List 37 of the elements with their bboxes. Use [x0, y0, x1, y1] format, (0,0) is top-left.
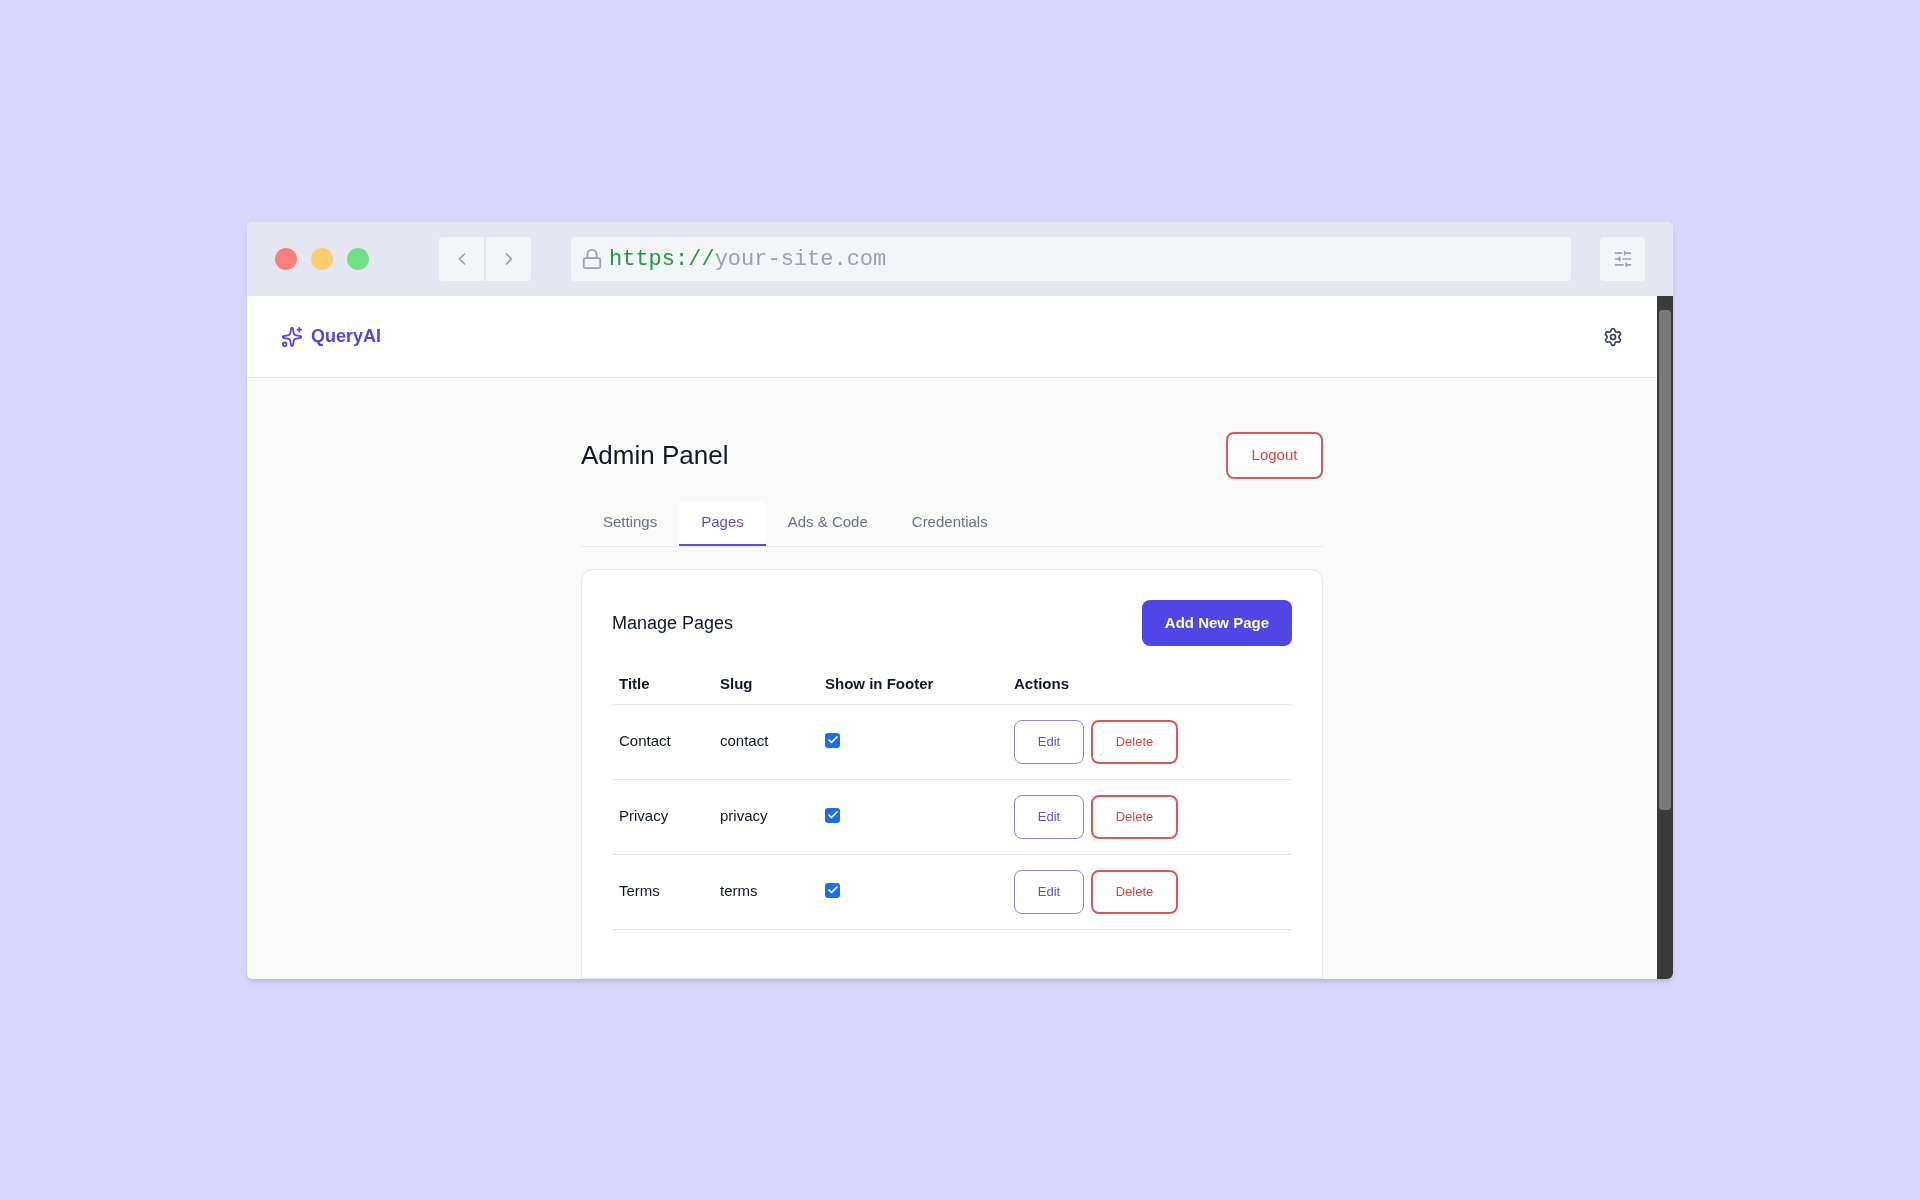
settings-icon[interactable] [1603, 326, 1623, 347]
edit-button[interactable]: Edit [1014, 794, 1084, 839]
tab[interactable]: Ads & Code [765, 501, 890, 546]
brand-name[interactable]: QueryAI [311, 323, 382, 350]
table-cell: terms [720, 854, 825, 929]
table-cell: Privacy [612, 779, 720, 854]
delete-button[interactable]: Delete [1091, 794, 1178, 839]
scroll-thumb[interactable] [1659, 310, 1671, 810]
footer-checkbox[interactable] [825, 882, 840, 898]
column-header: Show in Footer [825, 664, 1014, 704]
back-button[interactable] [439, 237, 484, 281]
tab[interactable]: Credentials [889, 501, 1010, 546]
footer-checkbox[interactable] [825, 807, 840, 823]
sparkle-icon [281, 325, 303, 348]
page-title: Admin Panel [581, 439, 729, 472]
table-cell: contact [720, 704, 825, 779]
table-cell: Terms [612, 854, 720, 929]
edit-button[interactable]: Edit [1014, 869, 1084, 914]
column-header: Title [612, 664, 720, 704]
tab[interactable]: Settings [581, 501, 680, 546]
tab[interactable]: Pages [679, 501, 766, 546]
card-title: Manage Pages [612, 611, 734, 635]
logout-button[interactable]: Logout [1226, 432, 1323, 479]
lock-icon [581, 248, 603, 270]
footer-checkbox[interactable] [825, 732, 840, 748]
table-cell: Contact [612, 704, 720, 779]
add-page-button[interactable]: Add New Page [1141, 600, 1292, 646]
delete-button[interactable]: Delete [1091, 719, 1178, 764]
delete-button[interactable]: Delete [1091, 869, 1178, 914]
column-header: Actions [1014, 664, 1292, 704]
sliders-icon [1612, 249, 1633, 269]
forward-button[interactable] [486, 237, 531, 281]
settings-button[interactable] [1600, 237, 1645, 281]
address-bar[interactable]: https://your-site.com [571, 237, 1571, 281]
table-cell: privacy [720, 779, 825, 854]
edit-button[interactable]: Edit [1014, 719, 1084, 764]
column-header: Slug [720, 664, 825, 704]
